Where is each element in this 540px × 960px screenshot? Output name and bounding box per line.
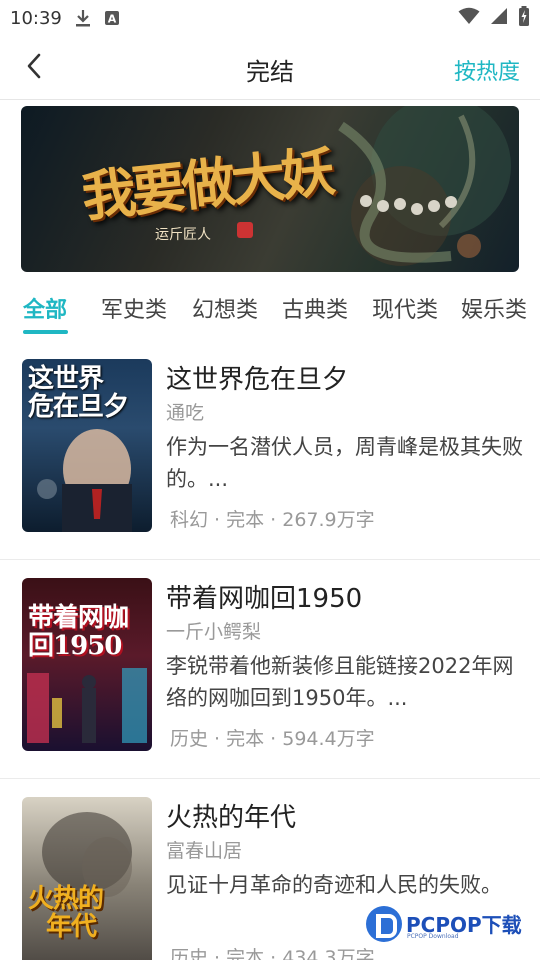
- book-description: 李锐带着他新装修且能链接2022年网络的网咖回到1950年。...: [166, 654, 514, 710]
- tab-fantasy[interactable]: 幻想类: [192, 292, 258, 324]
- tab-entertainment[interactable]: 娱乐类: [461, 292, 527, 324]
- category-tabs: 全部 军史类 幻想类 古典类 现代类 娱乐类: [0, 282, 540, 338]
- cover-title-line-1: 火热的: [28, 884, 104, 914]
- promo-banner[interactable]: 我要做大妖 运斤匠人: [21, 106, 519, 272]
- tab-classical[interactable]: 古典类: [282, 292, 348, 324]
- a-notification-icon: A: [104, 10, 120, 26]
- book-author: 一斤小鳄梨: [166, 621, 262, 643]
- status-time: 10:39: [10, 7, 62, 29]
- book-title: 带着网咖回1950: [166, 584, 363, 614]
- book-list-item[interactable]: 这世界 危在旦夕 这世界危在旦夕 通吃 作为一名潜伏人员，周青峰是极其失败的。.…: [0, 341, 540, 560]
- book-author: 通吃: [166, 402, 205, 424]
- cover-title-line-2: 回1950: [28, 631, 122, 661]
- book-meta: 科幻 · 完本 · 267.9万字: [170, 509, 375, 531]
- book-author: 富春山居: [166, 840, 243, 862]
- book-list-item[interactable]: 带着网咖 回1950 带着网咖回1950 一斤小鳄梨 李锐带着他新装修且能链接2…: [0, 560, 540, 779]
- book-title: 这世界危在旦夕: [166, 365, 349, 395]
- pcpop-logo-icon: [366, 906, 402, 942]
- active-tab-indicator: [23, 330, 68, 334]
- cover-title-line-1: 带着网咖: [28, 603, 129, 633]
- author-seal-icon: [237, 222, 253, 238]
- book-description: 见证十月革命的奇迹和人民的失败。: [166, 873, 502, 897]
- tab-modern[interactable]: 现代类: [372, 292, 438, 324]
- book-meta: 历史 · 完本 · 434.3万字: [170, 947, 375, 960]
- tab-military-history[interactable]: 军史类: [101, 292, 167, 324]
- wifi-icon: [458, 7, 480, 29]
- sort-by-popularity-button[interactable]: 按热度: [454, 54, 520, 86]
- cover-title-line-1: 这世界: [28, 364, 104, 394]
- book-title: 火热的年代: [166, 803, 297, 833]
- svg-text:A: A: [108, 13, 117, 26]
- cover-title-line-2: 危在旦夕: [28, 392, 129, 422]
- battery-charging-icon: [518, 6, 530, 30]
- download-icon: [74, 8, 92, 28]
- book-cover: 带着网咖 回1950: [22, 578, 152, 751]
- status-bar: 10:39 A: [0, 0, 540, 36]
- book-cover: 这世界 危在旦夕: [22, 359, 152, 532]
- watermark-sub: PCPOP Download: [407, 933, 459, 940]
- header: 完结 按热度: [0, 36, 540, 100]
- book-meta: 历史 · 完本 · 594.4万字: [170, 728, 375, 750]
- signal-icon: [490, 7, 508, 29]
- book-cover: 火热的 年代: [22, 797, 152, 960]
- pcpop-watermark: PCPOP下载 PCPOP Download: [366, 906, 536, 946]
- tab-all[interactable]: 全部: [23, 292, 67, 324]
- book-description: 作为一名潜伏人员，周青峰是极其失败的。...: [166, 435, 523, 491]
- banner-author: 运斤匠人: [155, 227, 211, 243]
- cover-title-line-2: 年代: [46, 912, 97, 942]
